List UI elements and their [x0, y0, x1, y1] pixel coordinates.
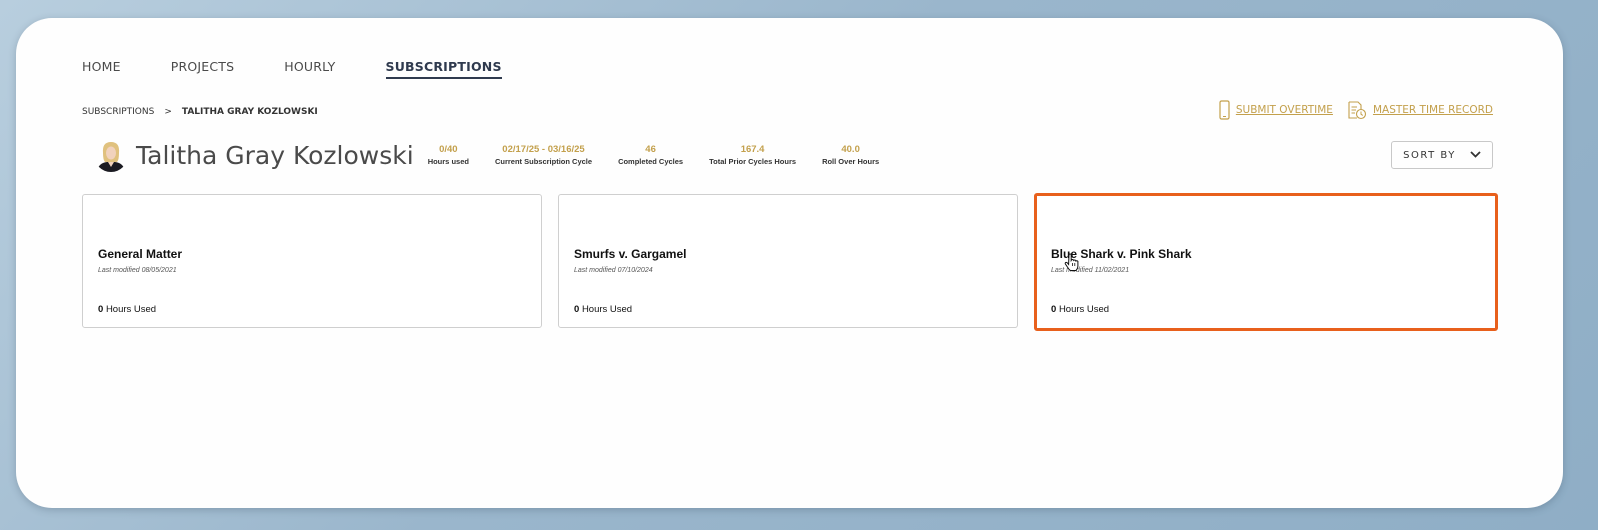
breadcrumb-separator: >: [164, 107, 172, 117]
matter-modified: Last modified 11/02/2021: [1051, 267, 1130, 274]
breadcrumb: SUBSCRIPTIONS > TALITHA GRAY KOZLOWSKI: [82, 107, 318, 117]
stat-prior-cycles-hours: 167.4 Total Prior Cycles Hours: [709, 144, 796, 166]
stat-value: 02/17/25 - 03/16/25: [502, 144, 585, 155]
client-header: Talitha Gray Kozlowski 0/40 Hours used 0…: [94, 138, 905, 172]
matter-modified: Last modified 08/05/2021: [98, 267, 177, 274]
stat-roll-over-hours: 40.0 Roll Over Hours: [822, 144, 879, 166]
breadcrumb-current: TALITHA GRAY KOZLOWSKI: [181, 107, 318, 117]
hours-label: Hours Used: [581, 304, 633, 315]
matter-title: General Matter: [98, 247, 183, 261]
chevron-down-icon: [1470, 150, 1481, 161]
matter-hours: 0 Hours Used: [574, 304, 632, 315]
stat-subscription-cycle: 02/17/25 - 03/16/25 Current Subscription…: [495, 144, 592, 166]
matter-hours: 0 Hours Used: [98, 304, 156, 315]
main-panel: HOME PROJECTS HOURLY SUBSCRIPTIONS SUBSC…: [16, 18, 1563, 508]
nav-projects[interactable]: PROJECTS: [171, 59, 235, 79]
hours-label: Hours Used: [1058, 304, 1110, 315]
time-record-icon: [1347, 100, 1367, 120]
hours-value: 0: [98, 304, 104, 315]
matter-hours: 0 Hours Used: [1051, 304, 1109, 315]
matter-modified: Last modified 07/10/2024: [574, 267, 653, 274]
matter-card[interactable]: Smurfs v. Gargamel Last modified 07/10/2…: [558, 194, 1018, 328]
stat-label: Total Prior Cycles Hours: [709, 157, 797, 166]
stat-value: 0/40: [439, 144, 458, 155]
stat-completed-cycles: 46 Completed Cycles: [618, 144, 683, 166]
nav-home[interactable]: HOME: [82, 59, 121, 79]
client-name: Talitha Gray Kozlowski: [136, 140, 414, 170]
stat-hours-used: 0/40 Hours used: [428, 144, 469, 166]
matter-title: Smurfs v. Gargamel: [574, 247, 687, 261]
hours-label: Hours Used: [105, 304, 157, 315]
stat-label: Completed Cycles: [618, 157, 684, 166]
top-nav: HOME PROJECTS HOURLY SUBSCRIPTIONS: [82, 59, 552, 79]
hand-cursor-icon: [1064, 253, 1080, 276]
matter-cards: General Matter Last modified 08/05/2021 …: [82, 193, 1498, 331]
nav-hourly[interactable]: HOURLY: [284, 59, 335, 79]
stat-label: Hours used: [427, 157, 469, 166]
master-time-record-link[interactable]: MASTER TIME RECORD: [1347, 100, 1493, 120]
master-time-record-label: MASTER TIME RECORD: [1372, 104, 1493, 116]
stat-value: 40.0: [841, 144, 860, 155]
breadcrumb-parent[interactable]: SUBSCRIPTIONS: [82, 107, 154, 117]
stat-value: 167.4: [740, 144, 765, 155]
hours-value: 0: [1051, 304, 1057, 315]
stat-value: 46: [645, 144, 656, 155]
submit-overtime-link[interactable]: SUBMIT OVERTIME: [1219, 100, 1333, 120]
sort-by-dropdown[interactable]: SORT BY: [1391, 141, 1493, 169]
phone-icon: [1219, 100, 1230, 120]
matter-card[interactable]: General Matter Last modified 08/05/2021 …: [82, 194, 542, 328]
stat-label: Roll Over Hours: [822, 157, 880, 166]
submit-overtime-label: SUBMIT OVERTIME: [1235, 104, 1333, 116]
hours-value: 0: [574, 304, 580, 315]
sort-by-label: SORT BY: [1403, 149, 1456, 161]
nav-subscriptions[interactable]: SUBSCRIPTIONS: [385, 59, 502, 79]
avatar: [94, 138, 128, 172]
stat-label: Current Subscription Cycle: [494, 157, 593, 166]
header-actions: SUBMIT OVERTIME MASTER TIME RECORD: [1219, 100, 1493, 120]
matter-card-selected[interactable]: Blue Shark v. Pink Shark Last modified 1…: [1034, 193, 1498, 331]
